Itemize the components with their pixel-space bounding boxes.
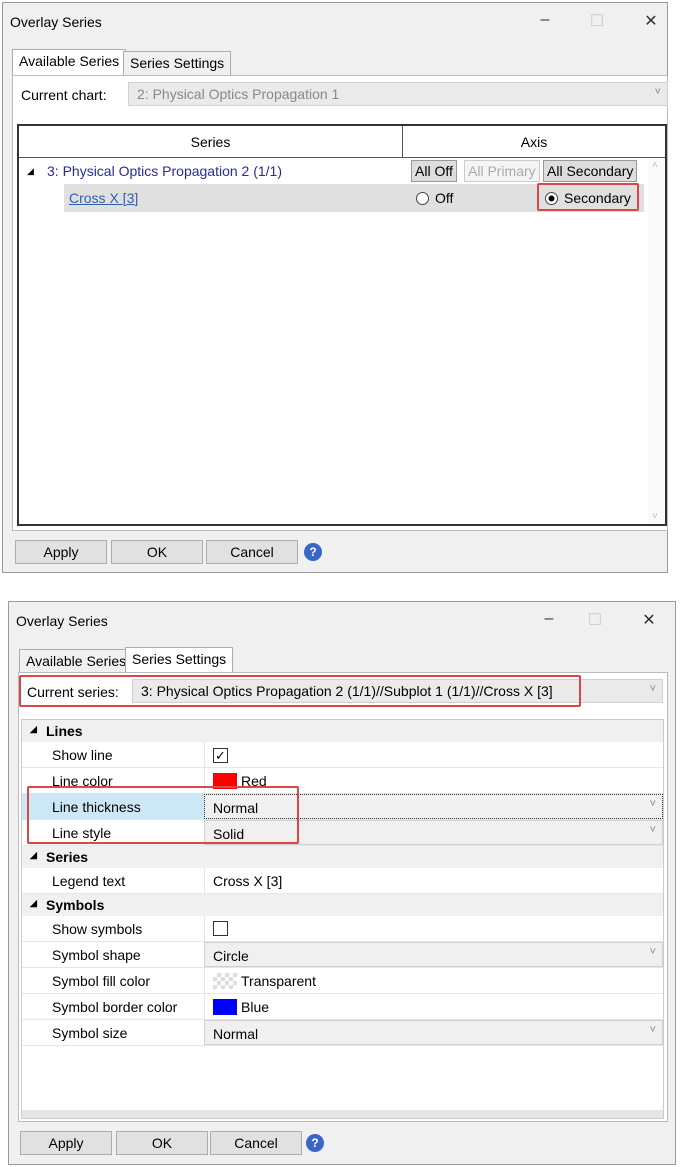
maximize-button[interactable]: ☐ xyxy=(587,11,607,31)
category-series[interactable]: ◢ Series xyxy=(22,846,663,868)
chevron-down-icon: ˅ xyxy=(649,798,656,810)
help-icon[interactable]: ? xyxy=(306,1134,324,1152)
series-group-label: 3: Physical Optics Propagation 2 (1/1) xyxy=(47,163,283,179)
window-title: Overlay Series xyxy=(16,613,108,629)
prop-label: Symbol shape xyxy=(52,947,141,963)
overlay-series-window-1: Overlay Series – ☐ ✕ Available Series Se… xyxy=(2,2,668,573)
symbol-fill-value: Transparent xyxy=(241,973,316,989)
grid-footer xyxy=(22,1110,663,1118)
legend-text-input[interactable]: Cross X [3] xyxy=(204,868,663,893)
prop-label: Show line xyxy=(52,747,113,763)
prop-symbol-fill-color: Symbol fill color Transparent xyxy=(22,968,663,994)
minimize-button[interactable]: – xyxy=(539,610,559,628)
scroll-up-icon[interactable]: ˄ xyxy=(652,160,658,171)
legend-text-value: Cross X [3] xyxy=(213,873,283,889)
chevron-down-icon: ˅ xyxy=(649,946,656,958)
current-chart-value: 2: Physical Optics Propagation 1 xyxy=(137,86,340,102)
maximize-button[interactable]: ☐ xyxy=(585,610,605,630)
chevron-down-icon: ˅ xyxy=(649,1024,656,1036)
radio-off[interactable]: Off xyxy=(416,190,453,206)
tab-available-series[interactable]: Available Series xyxy=(19,649,134,674)
symbol-size-value: Normal xyxy=(213,1026,259,1042)
highlight-line-thickness-style xyxy=(27,786,299,844)
blue-swatch xyxy=(213,999,237,1015)
column-header-series[interactable]: Series xyxy=(19,126,403,158)
show-symbols-checkbox[interactable] xyxy=(213,921,228,936)
category-label: Symbols xyxy=(46,897,105,913)
close-button[interactable]: ✕ xyxy=(641,11,661,31)
help-icon[interactable]: ? xyxy=(304,543,322,561)
prop-label: Show symbols xyxy=(52,921,143,937)
tab-series-settings[interactable]: Series Settings xyxy=(123,51,232,76)
prop-label: Legend text xyxy=(52,873,126,889)
collapse-triangle-icon[interactable]: ◢ xyxy=(27,166,34,177)
prop-symbol-size: Symbol size Normal ˅ xyxy=(22,1020,663,1046)
show-line-checkbox[interactable]: ✓ xyxy=(213,748,228,763)
prop-symbol-border-color: Symbol border color Blue xyxy=(22,994,663,1020)
prop-label: Symbol border color xyxy=(52,999,178,1015)
prop-label: Symbol size xyxy=(52,1025,128,1041)
minimize-button[interactable]: – xyxy=(535,11,555,29)
highlight-current-series xyxy=(19,675,581,707)
category-label: Series xyxy=(46,849,89,865)
column-header-axis[interactable]: Axis xyxy=(403,126,665,158)
vertical-scrollbar[interactable]: ˄ ˅ xyxy=(648,158,665,524)
apply-button[interactable]: Apply xyxy=(15,540,107,564)
chevron-down-icon: ˅ xyxy=(649,824,656,836)
chevron-down-icon: ˅ xyxy=(654,86,661,98)
prop-label: Symbol fill color xyxy=(52,973,151,989)
close-button[interactable]: ✕ xyxy=(639,610,659,630)
scroll-down-icon[interactable]: ˅ xyxy=(652,511,658,522)
symbol-shape-value: Circle xyxy=(213,948,249,964)
collapse-triangle-icon: ◢ xyxy=(30,724,37,734)
window-title: Overlay Series xyxy=(10,14,102,30)
collapse-triangle-icon: ◢ xyxy=(30,898,37,908)
property-grid: ◢ Lines Show line ✓ Line color Red Line thi… xyxy=(21,719,664,1119)
symbol-fill-color-picker[interactable]: Transparent xyxy=(204,968,663,993)
cancel-button[interactable]: Cancel xyxy=(206,540,298,564)
ok-button[interactable]: OK xyxy=(116,1131,208,1155)
prop-legend-text: Legend text Cross X [3] xyxy=(22,868,663,894)
prop-symbol-shape: Symbol shape Circle ˅ xyxy=(22,942,663,968)
category-symbols[interactable]: ◢ Symbols xyxy=(22,894,663,916)
tab-available-series[interactable]: Available Series xyxy=(12,49,127,76)
all-primary-button[interactable]: All Primary xyxy=(464,160,540,182)
tab-series-settings[interactable]: Series Settings xyxy=(125,647,234,674)
category-lines[interactable]: ◢ Lines xyxy=(22,720,663,742)
radio-off-label: Off xyxy=(435,190,454,206)
tab-panel: Current series: 3: Physical Optics Propa… xyxy=(18,672,668,1122)
symbol-shape-select[interactable]: Circle ˅ xyxy=(204,942,663,967)
current-chart-select[interactable]: 2: Physical Optics Propagation 1 ˅ xyxy=(128,82,668,106)
transparent-swatch xyxy=(213,973,237,989)
tab-panel: Current chart: 2: Physical Optics Propag… xyxy=(12,75,668,531)
all-secondary-button[interactable]: All Secondary xyxy=(543,160,638,182)
all-off-button[interactable]: All Off xyxy=(411,160,457,182)
highlight-secondary xyxy=(537,183,639,211)
ok-button[interactable]: OK xyxy=(111,540,203,564)
overlay-series-window-2: Overlay Series – ☐ ✕ Available Series Se… xyxy=(8,601,676,1165)
cross-x-link[interactable]: Cross X [3] xyxy=(69,190,138,206)
prop-show-line: Show line ✓ xyxy=(22,742,663,768)
chevron-down-icon: ˅ xyxy=(649,683,656,695)
collapse-triangle-icon: ◢ xyxy=(30,850,37,860)
cancel-button[interactable]: Cancel xyxy=(210,1131,302,1155)
prop-show-symbols: Show symbols xyxy=(22,916,663,942)
current-chart-label: Current chart: xyxy=(21,87,107,103)
category-label: Lines xyxy=(46,723,83,739)
symbol-border-color-picker[interactable]: Blue xyxy=(204,994,663,1019)
apply-button[interactable]: Apply xyxy=(20,1131,112,1155)
symbol-border-value: Blue xyxy=(241,999,270,1015)
symbol-size-select[interactable]: Normal ˅ xyxy=(204,1020,663,1045)
radio-empty-icon xyxy=(416,192,429,205)
